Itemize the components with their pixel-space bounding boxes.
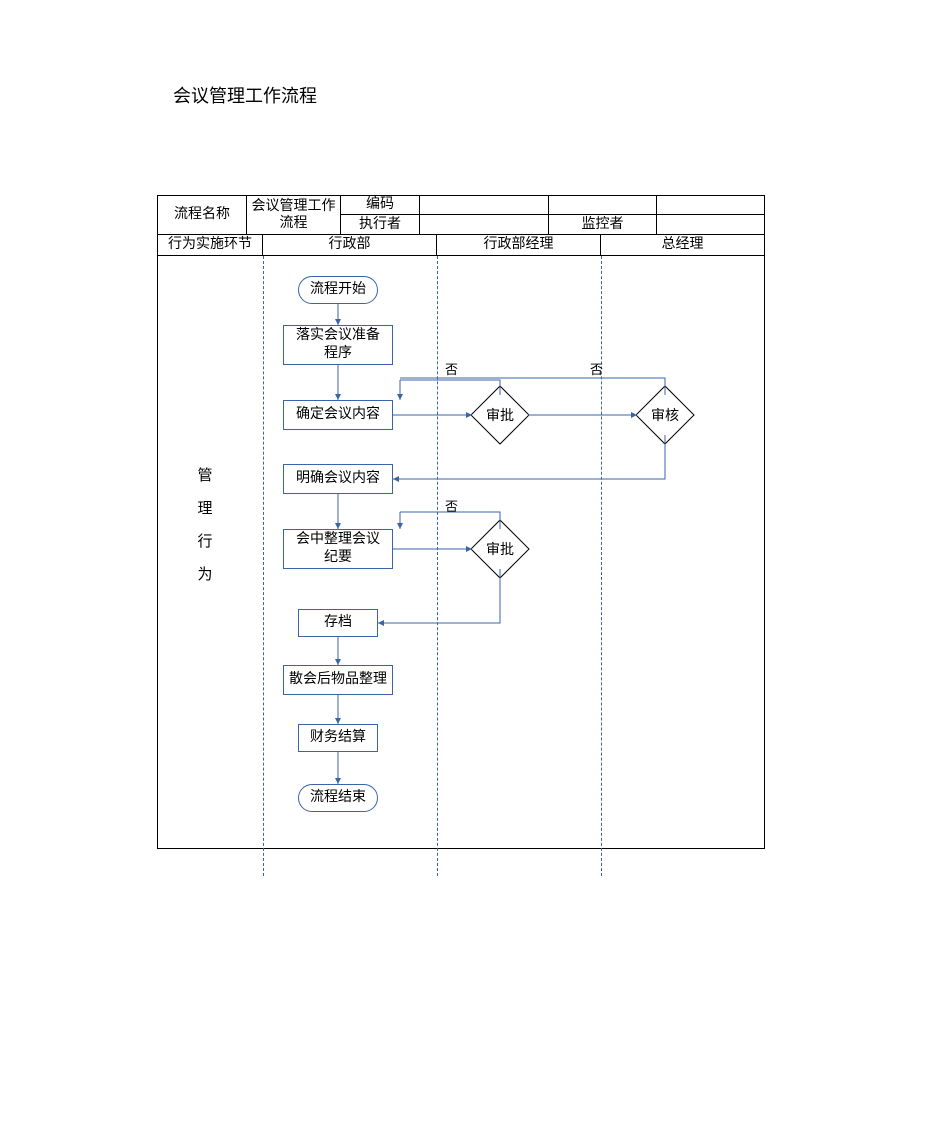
- lane-header-admin-mgr: 行政部经理: [436, 234, 601, 256]
- hdr-process-name-value: 会议管理工作流程: [246, 195, 341, 235]
- node-approve2: 审批: [460, 527, 540, 571]
- node-determine: 确定会议内容: [283, 400, 393, 430]
- lane-divider-1: [263, 256, 264, 876]
- node-audit: 审核: [625, 393, 705, 437]
- hdr-code-value: [419, 195, 549, 215]
- node-approve1: 审批: [460, 393, 540, 437]
- lane-header-gm: 总经理: [600, 234, 765, 256]
- node-approve2-label: 审批: [460, 527, 540, 571]
- hdr-blank-2: [656, 195, 765, 215]
- node-minutes: 会中整理会议 纪要: [283, 529, 393, 569]
- node-audit-label: 审核: [625, 393, 705, 437]
- node-cleanup: 散会后物品整理: [283, 665, 393, 695]
- hdr-executor-value: [419, 214, 549, 235]
- node-prep: 落实会议准备 程序: [283, 325, 393, 365]
- node-archive: 存档: [298, 609, 378, 637]
- node-end: 流程结束: [298, 784, 378, 812]
- side-label: 管 理 行 为: [196, 460, 214, 592]
- node-finance: 财务结算: [298, 724, 378, 752]
- side-label-text: 管 理 行 为: [197, 468, 212, 583]
- page-title: 会议管理工作流程: [173, 82, 317, 108]
- node-clarify: 明确会议内容: [283, 464, 393, 494]
- hdr-code-label: 编码: [340, 195, 420, 215]
- lane-divider-3: [601, 256, 602, 876]
- hdr-row2-label: 行为实施环节: [157, 234, 263, 256]
- hdr-process-name-label: 流程名称: [157, 195, 247, 235]
- node-start: 流程开始: [298, 276, 378, 304]
- hdr-blank-1: [548, 195, 657, 215]
- edge-label-no2: 否: [590, 359, 603, 378]
- hdr-monitor-value: [656, 214, 765, 235]
- lane-divider-2: [437, 256, 438, 876]
- node-approve1-label: 审批: [460, 393, 540, 437]
- hdr-monitor-label: 监控者: [548, 214, 657, 235]
- lane-header-admin: 行政部: [262, 234, 437, 256]
- hdr-executor-label: 执行者: [340, 214, 420, 235]
- edge-label-no1: 否: [445, 359, 458, 378]
- edge-label-no3: 否: [445, 496, 458, 515]
